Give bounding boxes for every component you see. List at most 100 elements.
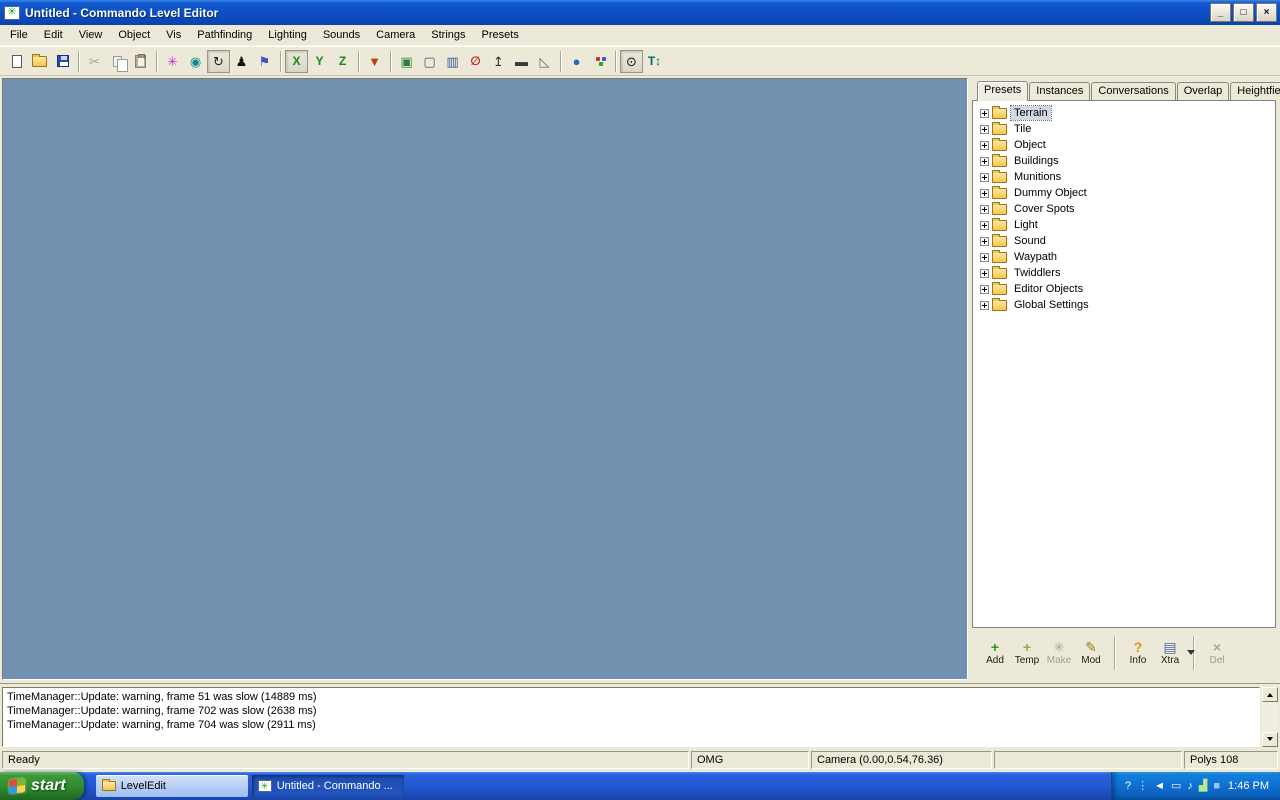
solid-cube-button[interactable]: ▣ [395, 50, 418, 73]
menu-presets[interactable]: Presets [474, 26, 527, 44]
wire-cube-button[interactable]: ▢ [418, 50, 441, 73]
expand-plus-icon[interactable] [980, 301, 989, 310]
world-button[interactable]: ● [565, 50, 588, 73]
back-icon[interactable]: ◄ [1154, 781, 1165, 792]
log-scrollbar[interactable] [1262, 687, 1278, 747]
tree-item[interactable]: Light [973, 217, 1275, 233]
tree-item[interactable]: Munitions [973, 169, 1275, 185]
tree-item[interactable]: Waypath [973, 249, 1275, 265]
del-button[interactable]: × Del [1201, 633, 1233, 673]
tab-overlap[interactable]: Overlap [1177, 82, 1230, 100]
maximize-button[interactable]: □ [1233, 3, 1254, 22]
minimize-button[interactable]: _ [1210, 3, 1231, 22]
drop-tool-button[interactable]: ▼ [363, 50, 386, 73]
palette-button[interactable] [588, 50, 611, 73]
text-height-button[interactable]: T↕ [643, 50, 666, 73]
help-icon[interactable]: ? [1125, 781, 1131, 792]
vehicle-button[interactable]: ▬ [510, 50, 533, 73]
prohibit-button[interactable]: ∅ [464, 50, 487, 73]
expand-plus-icon[interactable] [980, 253, 989, 262]
flag-tool-button[interactable]: ⚑ [253, 50, 276, 73]
expand-plus-icon[interactable] [980, 189, 989, 198]
tab-presets[interactable]: Presets [977, 81, 1028, 101]
tree-item[interactable]: Twiddlers [973, 265, 1275, 281]
save-button[interactable] [51, 50, 74, 73]
volume-icon[interactable]: ♪ [1187, 781, 1193, 792]
menu-object[interactable]: Object [110, 26, 158, 44]
axis-z-button[interactable]: Z [331, 50, 354, 73]
add-button[interactable]: + Add [979, 633, 1011, 673]
expand-plus-icon[interactable] [980, 157, 989, 166]
prohibit-icon: ∅ [470, 55, 480, 67]
tree-item[interactable]: Sound [973, 233, 1275, 249]
menu-strings[interactable]: Strings [423, 26, 473, 44]
tree-item[interactable]: Cover Spots [973, 201, 1275, 217]
network-icon[interactable]: ▟ [1199, 781, 1207, 792]
tree-item[interactable]: Dummy Object [973, 185, 1275, 201]
copy-button[interactable] [106, 50, 129, 73]
menu-camera[interactable]: Camera [368, 26, 423, 44]
menu-file[interactable]: File [2, 26, 36, 44]
raise-object-button[interactable]: ↥ [487, 50, 510, 73]
expand-plus-icon[interactable] [980, 205, 989, 214]
menu-lighting[interactable]: Lighting [260, 26, 315, 44]
expand-plus-icon[interactable] [980, 221, 989, 230]
angle-tool-button[interactable]: ◺ [533, 50, 556, 73]
taskbar-window-commando[interactable]: Untitled - Commando ... [252, 775, 404, 797]
taskbar-window-leveledit[interactable]: LevelEdit [96, 775, 248, 797]
expand-plus-icon[interactable] [980, 141, 989, 150]
expand-plus-icon[interactable] [980, 173, 989, 182]
gizmo-tool-button[interactable]: ✳ [161, 50, 184, 73]
input-icon[interactable]: ⋮ [1137, 781, 1148, 792]
window-controls: _ □ × [1208, 3, 1277, 22]
tree-item[interactable]: Editor Objects [973, 281, 1275, 297]
new-button[interactable] [5, 50, 28, 73]
start-button[interactable]: start [0, 772, 84, 800]
menu-edit[interactable]: Edit [36, 26, 71, 44]
scroll-down-button[interactable] [1262, 732, 1278, 747]
temp-button[interactable]: + Temp [1011, 633, 1043, 673]
make-button[interactable]: ✳ Make [1043, 633, 1075, 673]
expand-plus-icon[interactable] [980, 237, 989, 246]
app-icon[interactable] [4, 6, 20, 20]
visibility-button[interactable]: ⊙ [620, 50, 643, 73]
folder-icon [992, 236, 1007, 247]
scroll-up-button[interactable] [1262, 687, 1278, 702]
axis-y-button[interactable]: Y [308, 50, 331, 73]
scroll-track[interactable] [1262, 702, 1278, 732]
paste-button[interactable] [129, 50, 152, 73]
rotate-tool-button[interactable]: ↻ [207, 50, 230, 73]
axis-x-button[interactable]: X [285, 50, 308, 73]
menu-view[interactable]: View [71, 26, 111, 44]
menu-vis[interactable]: Vis [158, 26, 189, 44]
expand-plus-icon[interactable] [980, 125, 989, 134]
dropdown-arrow-icon[interactable] [1187, 650, 1195, 659]
status-panel: Ready [2, 751, 689, 769]
expand-plus-icon[interactable] [980, 269, 989, 278]
xtra-button[interactable]: ▤ Xtra [1154, 633, 1186, 673]
tree-item[interactable]: Buildings [973, 153, 1275, 169]
tab-conversations[interactable]: Conversations [1091, 82, 1175, 100]
updates-icon[interactable]: ■ [1213, 781, 1220, 792]
display-icon[interactable]: ▭ [1171, 781, 1181, 792]
tab-instances[interactable]: Instances [1029, 82, 1090, 100]
tree-item[interactable]: Terrain [973, 105, 1275, 121]
close-button[interactable]: × [1256, 3, 1277, 22]
title-bar[interactable]: Untitled - Commando Level Editor _ □ × [0, 0, 1280, 25]
orbit-view-button[interactable]: ◉ [184, 50, 207, 73]
expand-plus-icon[interactable] [980, 285, 989, 294]
walk-tool-button[interactable]: ♟ [230, 50, 253, 73]
tree-item[interactable]: Tile [973, 121, 1275, 137]
3d-viewport[interactable] [2, 78, 968, 680]
cut-button[interactable]: ✂ [83, 50, 106, 73]
info-button[interactable]: ? Info [1122, 633, 1154, 673]
menu-pathfinding[interactable]: Pathfinding [189, 26, 260, 44]
expand-plus-icon[interactable] [980, 109, 989, 118]
tab-heightfield[interactable]: Heightfield [1230, 82, 1280, 100]
tree-item[interactable]: Global Settings [973, 297, 1275, 313]
tree-item[interactable]: Object [973, 137, 1275, 153]
screen-view-button[interactable]: ▥ [441, 50, 464, 73]
mod-button[interactable]: ✎ Mod [1075, 633, 1107, 673]
menu-sounds[interactable]: Sounds [315, 26, 368, 44]
open-button[interactable] [28, 50, 51, 73]
